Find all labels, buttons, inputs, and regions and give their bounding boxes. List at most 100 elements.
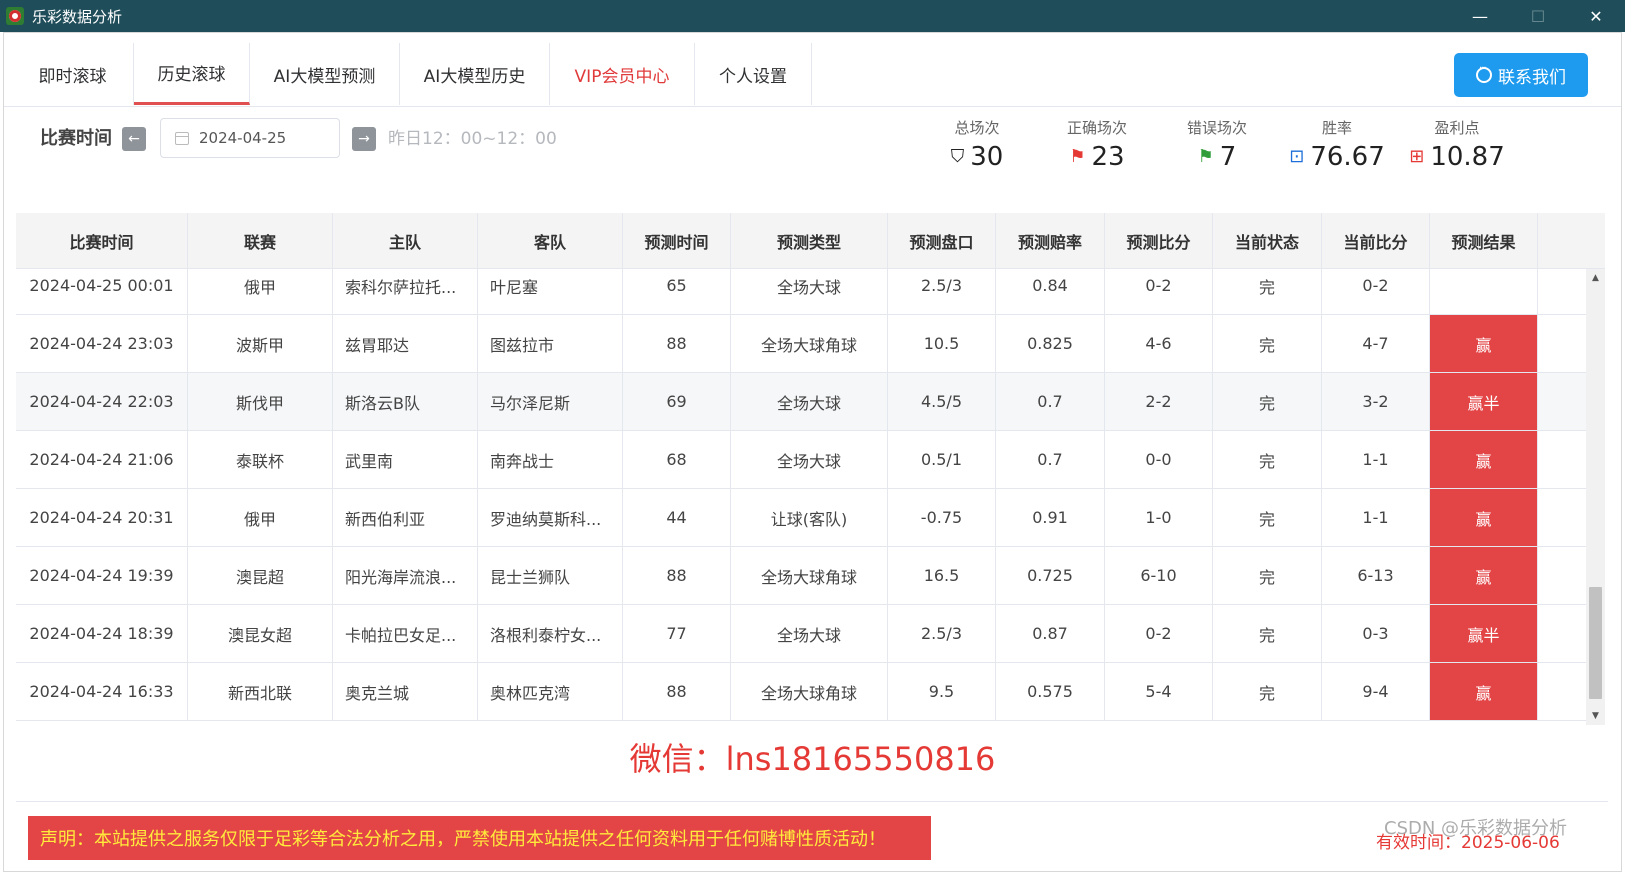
green-flag-icon: ⚑: [1197, 146, 1214, 167]
prev-date-button[interactable]: ←: [122, 127, 146, 151]
column-header[interactable]: 主队: [333, 213, 478, 269]
table-row[interactable]: 2024-04-24 19:39 澳昆超 阳光海岸流浪... 昆士兰狮队 88 全场大球角…: [16, 547, 1586, 605]
window-title: 乐彩数据分析: [32, 7, 123, 26]
result-cell: 赢: [1430, 489, 1538, 546]
result-cell: 赢: [1430, 547, 1538, 604]
table-row[interactable]: 2024-04-24 20:31 俄甲 新西伯利亚 罗迪纳莫斯科... 44 让球(客队)…: [16, 489, 1586, 547]
table-cell: 1-1: [1322, 431, 1430, 488]
table-cell: 0.725: [996, 547, 1105, 604]
tab-live-rolling[interactable]: 即时滚球: [12, 43, 134, 105]
column-header[interactable]: 预测赔率: [996, 213, 1105, 269]
table-cell: 全场大球角球: [731, 547, 888, 604]
maximize-button[interactable]: ☐: [1509, 0, 1567, 32]
table-cell: 新西北联: [188, 663, 333, 720]
tab-ai-prediction[interactable]: AI大模型预测: [250, 43, 400, 105]
result-cell: [1430, 269, 1538, 314]
table-cell: 44: [623, 489, 731, 546]
history-table: 比赛时间 联赛 主队 客队 预测时间 预测类型 预测盘口 预测赔率 预测比分 当前状态 当前比分 预测…: [16, 213, 1605, 725]
table-cell: 俄甲: [188, 489, 333, 546]
table-cell: 完: [1213, 373, 1322, 430]
column-header[interactable]: 预测比分: [1105, 213, 1213, 269]
table-cell: 0-0: [1105, 431, 1213, 488]
table-row[interactable]: 2024-04-24 21:06 泰联杯 武里南 南奔战士 68 全场大球 0.5/1 0.7…: [16, 431, 1586, 489]
table-cell: 10.5: [888, 315, 996, 372]
table-cell: 奥林匹克湾: [478, 663, 623, 720]
scroll-down-arrow-icon[interactable]: ▼: [1586, 707, 1605, 725]
table-cell: 65: [623, 269, 731, 314]
table-cell: 泰联杯: [188, 431, 333, 488]
table-cell: 澳昆女超: [188, 605, 333, 662]
result-cell: 赢半: [1430, 373, 1538, 430]
table-cell: 罗迪纳莫斯科...: [478, 489, 623, 546]
table-cell: 2.5/3: [888, 269, 996, 314]
table-cell: 2024-04-24 23:03: [16, 315, 188, 372]
divider: [16, 801, 1608, 802]
table-cell: 2024-04-24 20:31: [16, 489, 188, 546]
stat-profit-label: 盈利点: [1434, 119, 1480, 137]
match-time-label: 比赛时间: [40, 128, 112, 149]
app-logo-icon: [6, 7, 24, 25]
table-row[interactable]: 2024-04-24 22:03 斯伐甲 斯洛云B队 马尔泽尼斯 69 全场大球 4.5/5…: [16, 373, 1586, 431]
table-cell: 1-1: [1322, 489, 1430, 546]
stat-total-value: 30: [970, 142, 1004, 172]
stat-wrong-value-wrap: ⚑ 7: [1198, 141, 1237, 173]
stat-wrong-value: 7: [1219, 142, 1237, 172]
column-header[interactable]: 当前状态: [1213, 213, 1322, 269]
app-frame: 即时滚球 历史滚球 AI大模型预测 AI大模型历史 VIP会员中心 个人设置 联…: [3, 32, 1622, 872]
table-row[interactable]: 2024-04-24 16:33 新西北联 奥克兰城 奥林匹克湾 88 全场大球角球 9.5…: [16, 663, 1586, 721]
scrollbar-thumb[interactable]: [1589, 587, 1602, 699]
column-header[interactable]: 联赛: [188, 213, 333, 269]
stat-win-rate: 胜率 ⊡ 76.67: [1282, 119, 1392, 173]
column-header[interactable]: 预测类型: [731, 213, 888, 269]
table-cell: 全场大球: [731, 605, 888, 662]
result-cell: 赢: [1430, 431, 1538, 488]
table-row[interactable]: 2024-04-25 00:01 俄甲 索科尔萨拉托... 叶尼塞 65 全场大球 2.5/…: [16, 269, 1586, 315]
table-body[interactable]: 2024-04-25 00:01 俄甲 索科尔萨拉托... 叶尼塞 65 全场大球 2.5/…: [16, 269, 1586, 725]
result-cell: 赢: [1430, 663, 1538, 720]
stat-profit: 盈利点 ⊞ 10.87: [1402, 119, 1512, 173]
column-header[interactable]: 当前比分: [1322, 213, 1430, 269]
table-cell: 叶尼塞: [478, 269, 623, 314]
column-header[interactable]: 客队: [478, 213, 623, 269]
bookmark-icon: ⛉: [950, 146, 965, 167]
contact-us-label: 联系我们: [1498, 67, 1566, 88]
table-cell: 16.5: [888, 547, 996, 604]
table-cell: 完: [1213, 315, 1322, 372]
table-cell: 4.5/5: [888, 373, 996, 430]
contact-us-button[interactable]: 联系我们: [1454, 53, 1588, 97]
tab-ai-history[interactable]: AI大模型历史: [400, 43, 550, 105]
scroll-up-arrow-icon[interactable]: ▲: [1586, 269, 1605, 287]
next-date-button[interactable]: →: [352, 127, 376, 151]
table-cell: 2024-04-24 16:33: [16, 663, 188, 720]
table-cell: 南奔战士: [478, 431, 623, 488]
table-cell: 0.84: [996, 269, 1105, 314]
vertical-scrollbar[interactable]: ▲ ▼: [1586, 269, 1605, 725]
table-cell: -0.75: [888, 489, 996, 546]
table-cell: 9-4: [1322, 663, 1430, 720]
tab-settings[interactable]: 个人设置: [695, 43, 812, 105]
column-header[interactable]: 预测盘口: [888, 213, 996, 269]
close-button[interactable]: ✕: [1567, 0, 1625, 32]
table-cell: 昆士兰狮队: [478, 547, 623, 604]
table-row[interactable]: 2024-04-24 18:39 澳昆女超 卡帕拉巴女足... 洛根利泰柠女... 77…: [16, 605, 1586, 663]
table-cell: 2-2: [1105, 373, 1213, 430]
table-cell: 2.5/3: [888, 605, 996, 662]
table-cell: 0-2: [1105, 605, 1213, 662]
table-cell: 斯伐甲: [188, 373, 333, 430]
column-header[interactable]: 预测结果: [1430, 213, 1538, 269]
time-range-text: 昨日12：00~12：00: [388, 129, 557, 149]
table-header: 比赛时间 联赛 主队 客队 预测时间 预测类型 预测盘口 预测赔率 预测比分 当前状态 当前比分 预测…: [16, 213, 1605, 269]
date-picker-input[interactable]: 2024-04-25: [160, 118, 340, 158]
table-cell: 卡帕拉巴女足...: [333, 605, 478, 662]
table-cell: 3-2: [1322, 373, 1430, 430]
tab-vip-center[interactable]: VIP会员中心: [550, 43, 695, 105]
table-cell: 奥克兰城: [333, 663, 478, 720]
minimize-button[interactable]: —: [1451, 0, 1509, 32]
disclaimer-notice: 声明：本站提供之服务仅限于足彩等合法分析之用，严禁使用本站提供之任何资料用于任何…: [28, 816, 931, 860]
column-header[interactable]: 预测时间: [623, 213, 731, 269]
tab-history-rolling[interactable]: 历史滚球: [134, 43, 250, 105]
table-cell: 澳昆超: [188, 547, 333, 604]
column-header[interactable]: 比赛时间: [16, 213, 188, 269]
table-cell: 0-2: [1105, 269, 1213, 314]
table-row[interactable]: 2024-04-24 23:03 波斯甲 兹胃耶达 图兹拉市 88 全场大球角球 10.5 0…: [16, 315, 1586, 373]
